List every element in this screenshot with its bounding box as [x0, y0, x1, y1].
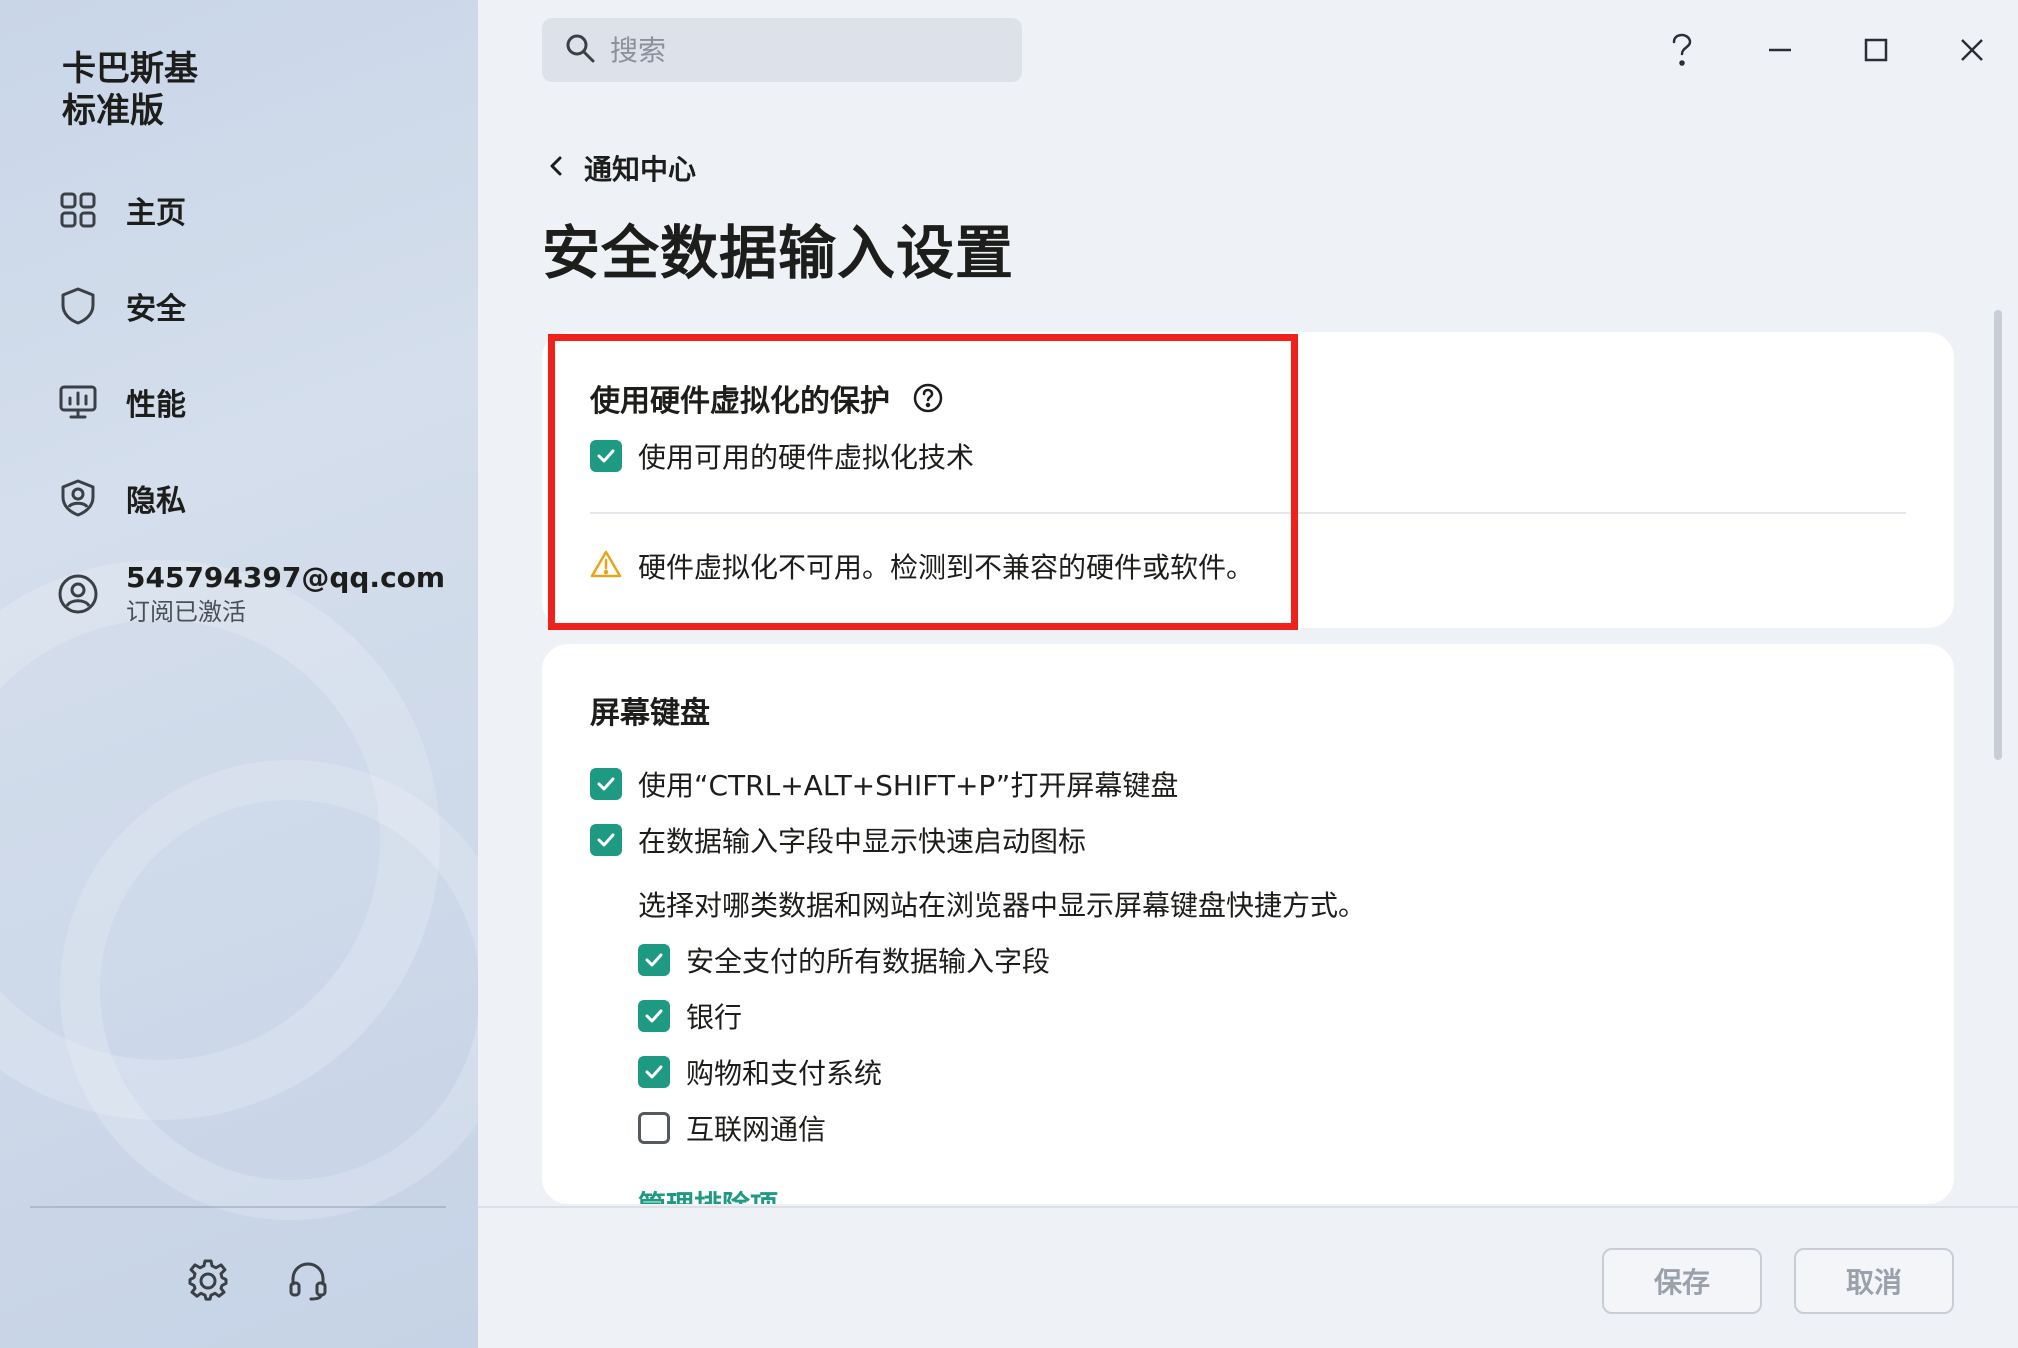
app-title: 卡巴斯基 标准版	[62, 48, 198, 132]
breadcrumb-label: 通知中心	[584, 153, 697, 186]
sidebar-item-performance[interactable]: 性能	[56, 372, 186, 432]
sidebar-item-label: 安全	[126, 292, 186, 327]
checkbox-label: 使用“CTRL+ALT+SHIFT+P”打开屏幕键盘	[638, 769, 1179, 802]
footer-bar: 保存 取消	[478, 1206, 2018, 1348]
help-circle-icon[interactable]	[912, 382, 944, 414]
grid-icon	[56, 188, 100, 232]
banks-checkbox[interactable]: 银行	[638, 996, 742, 1036]
sidebar-item-label: 隐私	[126, 484, 186, 519]
checkbox-label: 购物和支付系统	[686, 1057, 883, 1090]
breadcrumb-back[interactable]: 通知中心	[546, 148, 696, 188]
checkbox-checked-icon	[638, 1000, 670, 1032]
warning-message: 硬件虚拟化不可用。检测到不兼容的硬件或软件。	[590, 546, 1254, 586]
scrollbar[interactable]	[1994, 310, 2002, 760]
checkbox-label: 在数据输入字段中显示快速启动图标	[638, 825, 1087, 858]
account-status: 订阅已激活	[126, 598, 246, 626]
chevron-left-icon	[546, 152, 566, 184]
onscreen-keyboard-card: 屏幕键盘 使用“CTRL+ALT+SHIFT+P”打开屏幕键盘 在数据输入字段中…	[542, 644, 1954, 1204]
warning-icon	[590, 549, 622, 583]
main-panel: 通知中心 安全数据输入设置 使用硬件虚拟化的保护 使用可用的硬件虚拟化技术	[478, 0, 2018, 1348]
search-icon	[564, 32, 596, 68]
gear-icon[interactable]	[184, 1256, 232, 1304]
keyboard-section-title: 屏幕键盘	[590, 696, 710, 731]
checkbox-label: 安全支付的所有数据输入字段	[686, 945, 1051, 978]
checkbox-label: 互联网通信	[686, 1113, 827, 1146]
save-button[interactable]: 保存	[1602, 1248, 1762, 1314]
sidebar-item-label: 主页	[126, 196, 186, 231]
monitor-icon	[56, 380, 100, 424]
user-icon	[56, 572, 100, 616]
account-email: 545794397@qq.com	[126, 561, 446, 594]
sidebar-divider	[30, 1206, 446, 1208]
privacy-shield-icon	[56, 476, 100, 520]
help-icon[interactable]	[1654, 22, 1710, 78]
hardware-virtualization-card: 使用硬件虚拟化的保护 使用可用的硬件虚拟化技术 硬件虚拟化不可用。检测到不兼容的…	[542, 332, 1954, 628]
search-box[interactable]	[542, 18, 1022, 82]
divider	[590, 512, 1906, 514]
secure-payment-fields-checkbox[interactable]: 安全支付的所有数据输入字段	[638, 940, 1050, 980]
quick-launch-icon-checkbox[interactable]: 在数据输入字段中显示快速启动图标	[590, 820, 1086, 860]
checkbox-checked-icon	[638, 944, 670, 976]
close-icon[interactable]	[1944, 22, 2000, 78]
checkbox-checked-icon	[590, 440, 622, 472]
checkbox-unchecked-icon	[638, 1112, 670, 1144]
checkbox-checked-icon	[638, 1056, 670, 1088]
hardware-virtualization-checkbox[interactable]: 使用可用的硬件虚拟化技术	[590, 436, 974, 476]
sidebar-item-privacy[interactable]: 隐私	[56, 468, 186, 528]
sidebar: 卡巴斯基 标准版 主页 安全 性能 隐私 545794397@qq.com 订阅…	[0, 0, 478, 1348]
hardware-section-heading: 使用硬件虚拟化的保护	[590, 376, 944, 420]
maximize-icon[interactable]	[1848, 22, 1904, 78]
sidebar-item-security[interactable]: 安全	[56, 276, 186, 336]
internet-communication-checkbox[interactable]: 互联网通信	[638, 1108, 826, 1148]
checkbox-label: 使用可用的硬件虚拟化技术	[638, 441, 975, 474]
checkbox-checked-icon	[590, 768, 622, 800]
manage-exclusions-link[interactable]: 管理排除项	[638, 1184, 778, 1204]
hardware-section-title: 使用硬件虚拟化的保护	[590, 384, 890, 419]
minimize-icon[interactable]	[1752, 22, 1808, 78]
shortcut-checkbox[interactable]: 使用“CTRL+ALT+SHIFT+P”打开屏幕键盘	[590, 764, 1178, 804]
app-title-line2: 标准版	[62, 91, 164, 131]
warning-text: 硬件虚拟化不可用。检测到不兼容的硬件或软件。	[638, 551, 1255, 584]
account-item[interactable]: 545794397@qq.com 订阅已激活	[56, 560, 445, 628]
keyboard-description: 选择对哪类数据和网站在浏览器中显示屏幕键盘快捷方式。	[638, 889, 1367, 922]
headset-icon[interactable]	[284, 1256, 332, 1304]
sidebar-item-home[interactable]: 主页	[56, 180, 186, 240]
app-title-line1: 卡巴斯基	[62, 49, 198, 89]
shopping-payment-checkbox[interactable]: 购物和支付系统	[638, 1052, 882, 1092]
page-title: 安全数据输入设置	[542, 219, 1015, 287]
sidebar-item-label: 性能	[126, 388, 186, 423]
checkbox-checked-icon	[590, 824, 622, 856]
shield-icon	[56, 284, 100, 328]
search-input[interactable]	[610, 33, 990, 67]
cancel-button[interactable]: 取消	[1794, 1248, 1954, 1314]
checkbox-label: 银行	[686, 1001, 743, 1034]
